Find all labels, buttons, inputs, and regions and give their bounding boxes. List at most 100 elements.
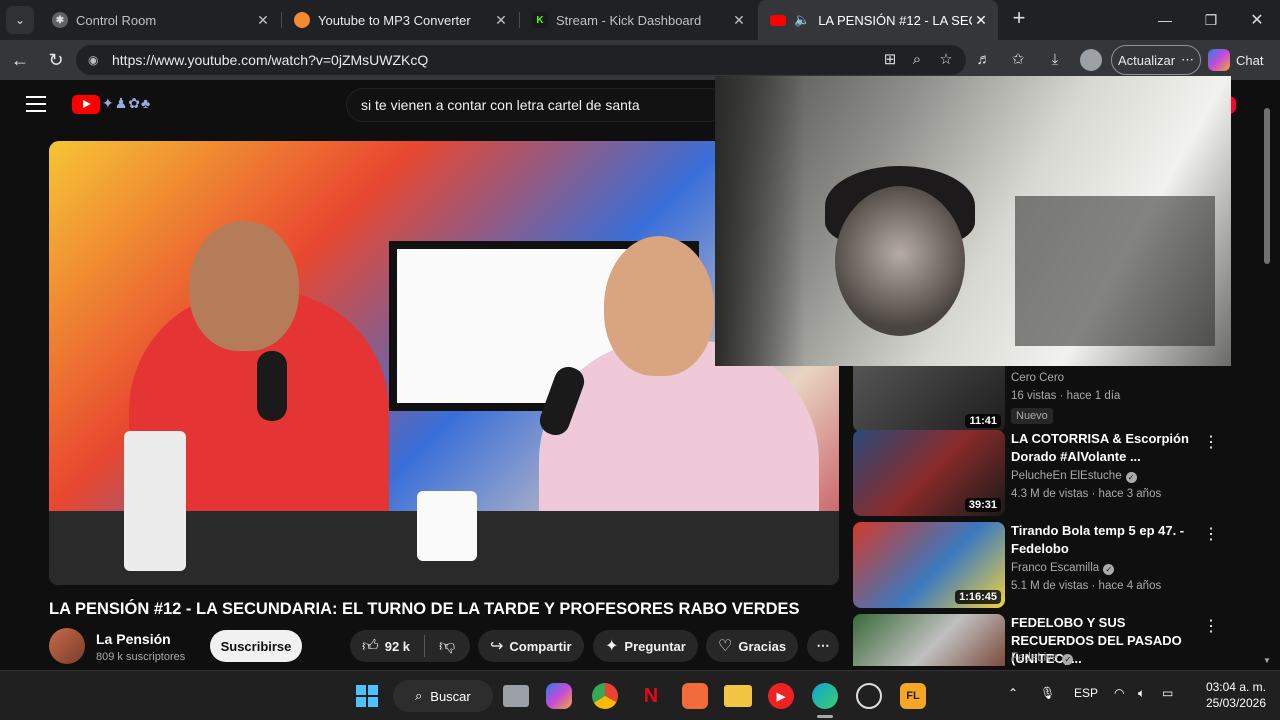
close-window-button[interactable]: ✕ [1234,0,1280,40]
restore-button[interactable]: ❐ [1188,0,1234,40]
language-indicator[interactable]: ESP [1074,686,1098,700]
youtube-logo[interactable] [72,95,100,114]
tab-title: LA PENSIÓN #12 - LA SECUNI [818,12,972,28]
microphone-icon[interactable]: 🎙︎ [1040,686,1055,700]
related-thumbnail[interactable]: 1:16:45 [853,522,1005,608]
reload-button[interactable]: ↻ [42,46,70,74]
youtube-icon [770,14,786,26]
copilot-taskbar-icon[interactable] [546,683,572,709]
related-thumbnail[interactable]: 39:31 [853,430,1005,516]
close-icon[interactable]: ✕ [254,12,272,29]
app-orange-icon[interactable] [682,683,708,709]
close-icon[interactable]: ✕ [730,12,748,29]
tab-list-button[interactable]: ⌄ [6,6,34,34]
apps-icon[interactable]: ⊞ [880,50,900,70]
webcam-overlay[interactable] [715,76,1231,366]
wifi-icon[interactable]: ◠ [1114,686,1124,700]
minimize-button[interactable]: — [1142,0,1188,40]
taskbar-search-label: Buscar [430,688,471,704]
video-title: LA PENSIÓN #12 - LA SECUNDARIA: EL TURNO… [49,600,800,618]
search-input[interactable]: si te vienen a contar con letra cartel d… [346,88,726,122]
like-count[interactable]: 92 k [385,639,410,654]
channel-avatar[interactable] [49,628,85,664]
speaker-icon[interactable]: 🔈 [794,12,810,28]
related-channel[interactable]: Cero Cero [1011,372,1064,384]
chrome-icon[interactable] [592,683,618,709]
dislike-icon[interactable]: 👎︎ [439,637,455,656]
related-item[interactable]: 1:16:45 Tirando Bola temp 5 ep 47. - Fed… [853,522,1223,608]
duration-badge: 39:31 [964,498,1001,512]
more-vert-icon[interactable]: ⋮ [1203,432,1219,452]
tab-youtube-mp3[interactable]: Youtube to MP3 Converter ✕ [282,0,518,40]
taskbar-search[interactable]: ⌕ Buscar [393,680,493,712]
edge-icon[interactable] [812,683,838,709]
ask-button[interactable]: ✦ Preguntar [593,630,698,662]
netflix-icon[interactable]: N [636,681,666,711]
related-title[interactable]: LA COTORRISA & Escorpión Dorado #AlVolan… [1011,430,1201,466]
verified-icon: ✓ [1103,564,1115,575]
more-icon: ⋯ [816,638,830,653]
related-channel[interactable]: FedeLive ✓ [1011,652,1074,665]
scrollbar-thumb[interactable] [1264,108,1270,264]
youtube-music-icon[interactable]: ▶ [768,683,794,709]
obs-icon[interactable] [856,683,882,709]
battery-icon[interactable]: ▭ [1162,686,1173,700]
related-title[interactable]: Tirando Bola temp 5 ep 47. - Fedelobo [1011,522,1201,558]
downloads-icon[interactable]: ⤓ [1045,50,1065,70]
zoom-icon[interactable]: ⌕ [907,50,927,70]
clock-date: 25/03/2026 [1205,696,1266,710]
fl-studio-icon[interactable]: FL [900,683,926,709]
update-button[interactable]: Actualizar ⋯ [1111,45,1201,75]
new-tab-button[interactable]: + [1008,7,1030,30]
channel-row: La Pensión 809 k suscriptores Suscribirs… [49,628,839,670]
thanks-label: Gracias [738,638,787,654]
channel-name[interactable]: La Pensión [96,631,171,647]
thanks-button[interactable]: ♡ Gracias [706,630,799,662]
close-icon[interactable]: ✕ [492,12,510,29]
start-button[interactable] [352,681,382,711]
like-icon[interactable]: 👍︎ [362,637,379,656]
scroll-down-arrow[interactable]: ▼ [1263,656,1271,665]
related-item[interactable]: FEDELOBO Y SUS RECUERDOS DEL PASADO (UNI… [853,614,1223,670]
tab-active-youtube[interactable]: 🔈 LA PENSIÓN #12 - LA SECUNI ✕ [758,0,998,40]
related-item[interactable]: 39:31 LA COTORRISA & Escorpión Dorado #A… [853,430,1223,516]
verified-icon: ✓ [1125,472,1137,483]
tab-title: Stream - Kick Dashboard [556,12,702,28]
related-meta: 4.3 M de vistas · hace 3 años [1011,488,1162,500]
favorites-icon[interactable]: ✩ [1008,50,1028,70]
volume-icon[interactable]: 🔈︎ [1138,686,1145,701]
more-actions-button[interactable]: ⋯ [807,630,839,662]
gear-icon: ✱ [52,12,68,28]
profile-avatar[interactable] [1080,49,1102,71]
share-button[interactable]: ↪ Compartir [478,630,584,662]
subscriber-count: 809 k suscriptores [96,651,186,663]
related-channel[interactable]: Franco Escamilla ✓ [1011,562,1115,575]
related-thumbnail[interactable] [853,614,1005,666]
copilot-chat-button[interactable]: Chat [1208,45,1274,75]
active-app-indicator [817,715,833,718]
related-thumbnail[interactable]: 11:41 [853,364,1005,432]
doodle-icon[interactable]: ✦♟✿♣ [102,95,151,112]
more-vert-icon[interactable]: ⋮ [1203,524,1219,544]
tab-kick-dashboard[interactable]: K Stream - Kick Dashboard ✕ [520,0,756,40]
menu-icon[interactable] [26,96,46,112]
sparkle-icon: ✦ [605,638,619,655]
browser-essentials-icon[interactable]: ♬ [974,50,994,70]
task-view-icon[interactable] [503,685,529,707]
back-button[interactable]: ← [6,46,34,74]
related-meta: 5.1 M de vistas · hace 4 años [1011,580,1162,592]
clock[interactable]: 03:04 a. m. 25/03/2026 [1196,679,1266,711]
close-icon[interactable]: ✕ [972,12,990,29]
file-explorer-icon[interactable] [724,685,752,707]
show-hidden-icons[interactable]: ⌃ [1008,686,1018,700]
search-icon: ⌕ [415,688,423,703]
browser-toolbar: ← ↻ ◉ https://www.youtube.com/watch?v=0j… [0,40,1280,80]
related-channel[interactable]: PelucheEn ElEstuche ✓ [1011,470,1137,483]
subscribe-button[interactable]: Suscribirse [210,630,302,662]
more-vert-icon[interactable]: ⋮ [1203,616,1219,636]
tab-control-room[interactable]: ✱ Control Room ✕ [40,0,280,40]
site-info-icon[interactable]: ◉ [88,53,102,67]
address-bar[interactable]: ◉ https://www.youtube.com/watch?v=0jZMsU… [76,45,966,75]
video-host-left-head [189,221,299,351]
favorite-star-icon[interactable]: ☆ [936,50,956,70]
